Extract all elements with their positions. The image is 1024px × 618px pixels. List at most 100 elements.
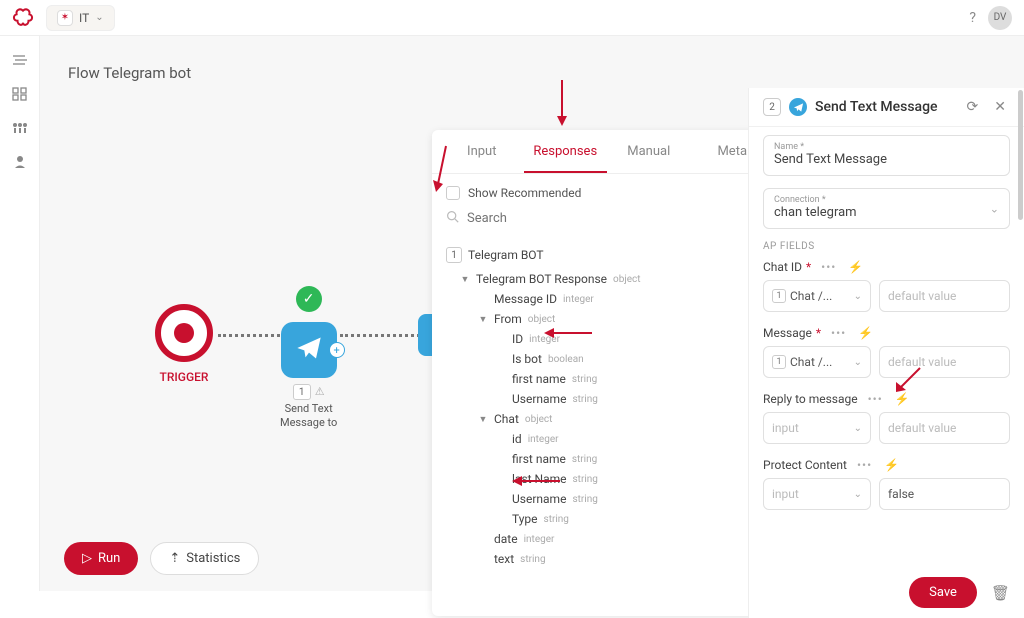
tree-type: integer: [528, 434, 559, 445]
scrollbar[interactable]: [1018, 88, 1024, 618]
check-icon: ✓: [296, 286, 322, 312]
field-value: Send Text Message: [774, 152, 999, 167]
tree-key[interactable]: first name: [512, 372, 566, 386]
tree-toggle-icon[interactable]: ▼: [478, 414, 488, 425]
run-label: Run: [98, 551, 120, 566]
section-label: AP FIELDS: [763, 241, 1010, 252]
tree-key[interactable]: Is bot: [512, 352, 542, 366]
bolt-icon[interactable]: ⚡: [848, 260, 863, 274]
reply-default-input[interactable]: default value: [879, 412, 1010, 444]
field-label: Protect Content: [763, 458, 847, 472]
statistics-button[interactable]: ⇡ Statistics: [150, 542, 259, 575]
flow-title: Flow Telegram bot: [68, 64, 191, 82]
more-icon[interactable]: •••: [821, 260, 836, 274]
tree-node-index: 1: [446, 247, 462, 263]
tree-key[interactable]: Username: [512, 392, 566, 406]
tree-type: string: [572, 494, 597, 505]
tab-responses[interactable]: Responses: [524, 130, 608, 173]
field-label: Reply to message: [763, 392, 858, 406]
tree-type: integer: [524, 534, 555, 545]
field-mini-label: Name *: [774, 142, 999, 152]
nav-flows-icon[interactable]: [11, 52, 29, 66]
tree-key[interactable]: ID: [512, 332, 523, 346]
tree-key[interactable]: Type: [512, 512, 538, 526]
app-logo[interactable]: [12, 7, 34, 29]
tree-key[interactable]: first name: [512, 452, 566, 466]
workspace-label: IT: [79, 11, 89, 25]
more-icon[interactable]: •••: [868, 392, 883, 406]
bolt-icon[interactable]: ⚡: [858, 326, 873, 340]
message-source-select[interactable]: 1Chat /...⌄: [763, 346, 871, 378]
message-default-input[interactable]: default value: [879, 346, 1010, 378]
nav-team-icon[interactable]: [11, 120, 29, 134]
nav-apps-icon[interactable]: [11, 86, 29, 100]
show-recommended-checkbox[interactable]: [446, 186, 460, 200]
tree-key[interactable]: Message ID: [494, 292, 557, 306]
workspace-selector[interactable]: ✶ IT ⌄: [46, 5, 115, 31]
help-icon[interactable]: ?: [969, 10, 976, 26]
tree-key[interactable]: Username: [512, 492, 566, 506]
tree-type: integer: [563, 294, 594, 305]
trigger-node[interactable]: TRIGGER: [155, 304, 213, 384]
tree-toggle-icon[interactable]: ▼: [460, 274, 470, 285]
tree-key[interactable]: id: [512, 432, 522, 446]
workspace-icon: ✶: [57, 10, 73, 26]
tree-type: string: [572, 394, 597, 405]
search-input[interactable]: [467, 211, 768, 226]
tab-manual[interactable]: Manual: [607, 130, 691, 173]
run-button[interactable]: ▷ Run: [64, 542, 138, 575]
chevron-down-icon: ⌄: [95, 12, 103, 23]
node-caption: Send TextMessage to: [280, 402, 337, 431]
tree-key[interactable]: last Name: [512, 472, 567, 486]
tree-toggle-icon[interactable]: ▼: [478, 314, 488, 325]
tree-type: object: [525, 414, 553, 425]
more-icon[interactable]: •••: [857, 458, 872, 472]
protect-default-input[interactable]: false: [879, 478, 1010, 510]
edge: ▸: [218, 334, 280, 337]
bolt-icon[interactable]: ⚡: [895, 392, 910, 406]
panel-title: Send Text Message: [815, 99, 955, 115]
panel-node-index: 2: [763, 98, 781, 116]
edge: ▸: [340, 334, 426, 337]
chatid-default-input[interactable]: default value: [879, 280, 1010, 312]
tree-type: string: [572, 374, 597, 385]
telegram-icon: [295, 334, 323, 366]
tree-key[interactable]: From: [494, 312, 522, 326]
tree-type: string: [544, 514, 569, 525]
node-config-panel: 2 Send Text Message ⟳ ✕ Name * Send Text…: [748, 88, 1024, 618]
tree-type: boolean: [548, 354, 584, 365]
search-icon: [446, 210, 459, 227]
tree-type: object: [528, 314, 556, 325]
chevron-down-icon: ⌄: [990, 202, 999, 215]
add-node-button[interactable]: +: [329, 342, 345, 358]
refresh-icon[interactable]: ⟳: [963, 99, 983, 115]
tree-type: string: [572, 454, 597, 465]
tree-root-label[interactable]: Telegram BOT: [468, 248, 544, 262]
chatid-source-select[interactable]: 1Chat /...⌄: [763, 280, 871, 312]
protect-source-select[interactable]: input⌄: [763, 478, 871, 510]
chart-icon: ⇡: [169, 551, 180, 566]
bolt-icon[interactable]: ⚡: [884, 458, 899, 472]
tab-input[interactable]: Input: [440, 130, 524, 173]
tree-key[interactable]: Chat: [494, 412, 519, 426]
name-field[interactable]: Name * Send Text Message: [763, 135, 1010, 176]
field-value: chan telegram: [774, 205, 999, 220]
show-recommended-label: Show Recommended: [468, 186, 581, 200]
connection-field[interactable]: Connection * chan telegram ⌄: [763, 188, 1010, 229]
more-icon[interactable]: •••: [831, 326, 846, 340]
reply-source-select[interactable]: input⌄: [763, 412, 871, 444]
delete-icon[interactable]: 🗑: [991, 584, 1010, 602]
tree-key[interactable]: date: [494, 532, 518, 546]
tree-key[interactable]: text: [494, 552, 514, 566]
send-message-node[interactable]: ✓ + 1⚠ Send TextMessage to: [280, 286, 337, 431]
tree-type: integer: [529, 334, 560, 345]
telegram-icon: [789, 98, 807, 116]
tree-key[interactable]: Telegram BOT Response: [476, 272, 607, 286]
tree-type: object: [613, 274, 641, 285]
node-index: 1: [293, 384, 311, 400]
close-icon[interactable]: ✕: [990, 99, 1010, 115]
data-picker-panel: Input Responses Manual Meta Show Recomme…: [432, 130, 782, 616]
nav-user-icon[interactable]: [11, 154, 29, 168]
save-button[interactable]: Save: [909, 577, 977, 608]
user-avatar[interactable]: DV: [988, 6, 1012, 30]
